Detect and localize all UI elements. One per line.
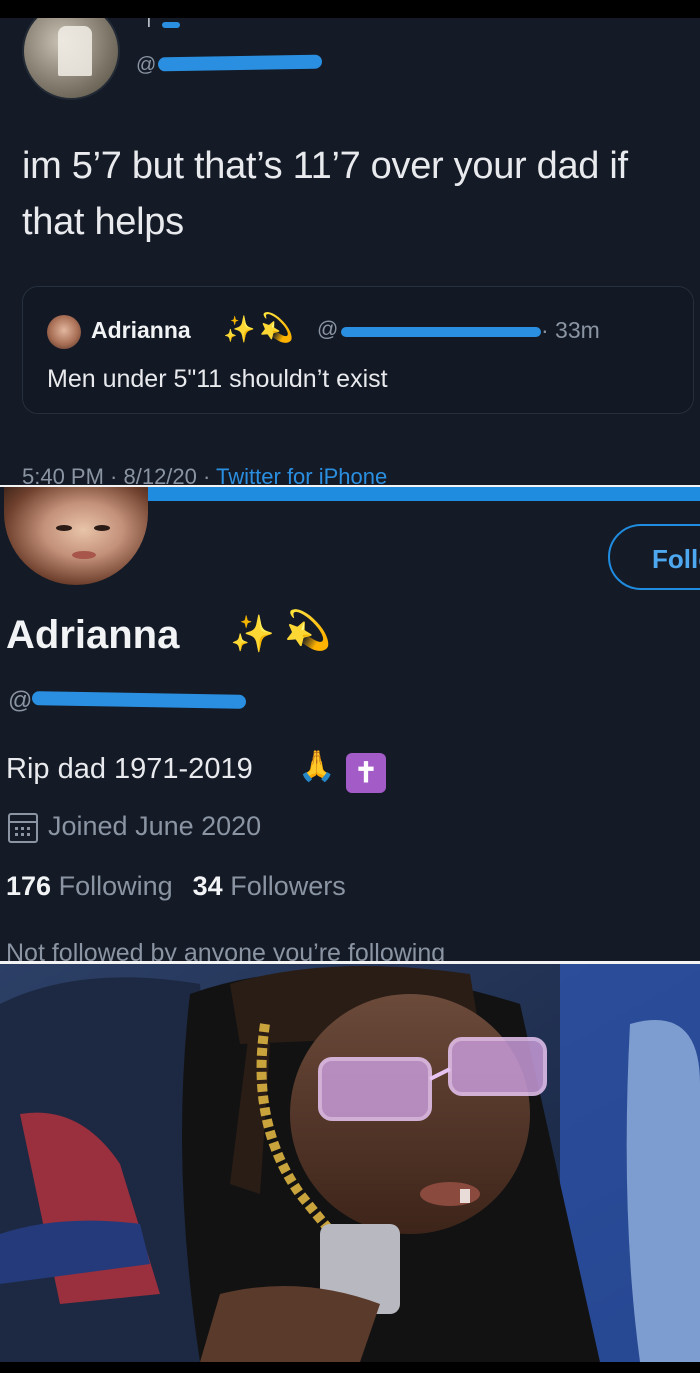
avatar-lips (72, 551, 96, 559)
quoted-author-name[interactable]: Adrianna (91, 317, 191, 344)
calendar-icon (8, 813, 38, 843)
profile-panel: Follow Adrianna ✨ 💫 @ Rip dad 1971-2019 … (0, 487, 700, 961)
profile-joined-date: Joined June 2020 (48, 811, 262, 841)
following-count: 176 (6, 871, 52, 901)
dizzy-icon: 💫 (284, 610, 332, 652)
avatar-eye (56, 525, 72, 531)
redaction-mark (31, 691, 247, 709)
mutual-follow-notice: Not followed by anyone you’re following (6, 939, 446, 961)
profile-handle: @ (8, 687, 33, 714)
quoted-tweet-text: Men under 5"11 shouldn’t exist (47, 365, 388, 393)
sparkles-icon: ✨ (223, 314, 256, 344)
followers-label: Followers (230, 871, 346, 901)
quoted-tweet-time: · 33m (541, 317, 600, 343)
tweet-author-handle[interactable]: @ (136, 54, 156, 77)
redaction-mark (341, 327, 541, 337)
avatar-eye (94, 525, 110, 531)
latin-cross-icon: ✝ (346, 753, 386, 793)
tweet-panel: T @ im 5’7 but that’s 11’7 over your dad… (0, 18, 700, 485)
sparkles-icon: ✨ (230, 613, 275, 654)
redaction-mark (162, 22, 180, 28)
reaction-photo-illustration (0, 964, 700, 1362)
profile-display-name: Adrianna (6, 613, 180, 657)
tweet-timestamp: 5:40 PM · 8/12/20 · Twitter for iPhone (22, 464, 387, 485)
follow-button[interactable]: Follow (608, 524, 700, 590)
following-label: Following (58, 871, 173, 901)
praying-hands-icon: 🙏 (298, 750, 336, 783)
followers-count: 34 (192, 871, 223, 901)
quoted-author-handle[interactable]: @ (317, 318, 338, 342)
profile-stats: 176 Following 34 Followers (6, 871, 346, 902)
tweet-time-date: 5:40 PM · 8/12/20 · (22, 464, 217, 485)
tweet-source-link[interactable]: Twitter for iPhone (216, 464, 387, 485)
tweet-author-avatar[interactable] (22, 18, 120, 100)
profile-avatar[interactable] (4, 487, 148, 585)
dizzy-icon: 💫 (259, 312, 294, 343)
quoted-author-avatar[interactable] (47, 315, 81, 349)
reaction-photo (0, 964, 700, 1362)
profile-banner (148, 487, 700, 501)
quoted-tweet[interactable]: Adrianna ✨ 💫 @ · 33m Men under 5"11 shou… (22, 286, 694, 414)
followers-link[interactable]: 34 Followers (193, 871, 346, 901)
redaction-mark (157, 54, 323, 72)
following-link[interactable]: 176 Following (6, 871, 173, 901)
profile-bio: Rip dad 1971-2019 (6, 753, 253, 785)
tweet-text: im 5’7 but that’s 11’7 over your dad if … (22, 145, 628, 243)
author-name-fragment: T (144, 18, 154, 31)
